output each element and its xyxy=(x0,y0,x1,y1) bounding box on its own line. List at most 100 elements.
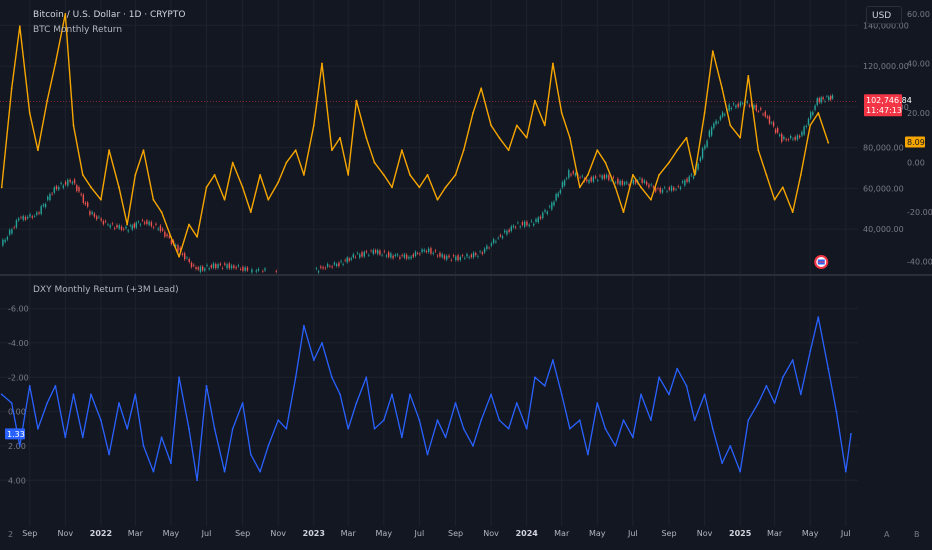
candle-body xyxy=(414,251,417,257)
btc-return-point xyxy=(152,198,155,201)
btc-price-candle xyxy=(537,215,539,224)
candle-body xyxy=(721,112,724,117)
btc-price-candle xyxy=(326,262,329,269)
dxy-current-value: 1.33 xyxy=(7,430,25,439)
btc-price-candle xyxy=(787,137,790,142)
time-axis-label: Jul xyxy=(414,529,425,538)
chart-canvas[interactable]: 140,000.00120,000.00100,000.0080,000.006… xyxy=(0,0,932,550)
btc-price-candle xyxy=(801,130,803,138)
candle-body xyxy=(58,187,60,190)
btc-price-candle xyxy=(721,110,724,119)
btc-price-candle xyxy=(457,253,459,262)
btc-price-candle xyxy=(533,222,535,227)
btc-price-candle xyxy=(139,222,142,227)
candle-body xyxy=(76,185,78,191)
candle-body xyxy=(706,140,708,147)
candle-body xyxy=(64,181,67,185)
btc-price-candle xyxy=(666,189,668,194)
btc-price-candle xyxy=(58,185,60,192)
btc-price-candle xyxy=(215,262,217,270)
candle-body xyxy=(51,193,53,195)
btc-price-candle xyxy=(504,228,506,234)
btc-price-candle xyxy=(374,248,377,255)
btc-price-candle xyxy=(448,253,450,259)
candle-body xyxy=(127,230,129,232)
candle-body xyxy=(785,139,787,141)
btc-return-point xyxy=(0,186,3,189)
dxy-return-point xyxy=(533,376,536,379)
candle-body xyxy=(820,97,822,103)
price-axis-tick-label: 40,000.00 xyxy=(863,225,904,234)
btc-price-candle xyxy=(69,178,71,184)
candle-body xyxy=(177,245,179,252)
btc-price-candle xyxy=(661,188,664,195)
candle-body xyxy=(168,236,170,238)
candle-body xyxy=(539,216,542,219)
candle-body xyxy=(688,176,690,182)
dxy-return-point xyxy=(668,393,670,396)
btc-price-candle xyxy=(762,112,764,117)
btc-price-candle xyxy=(737,102,739,109)
btc-price-candle xyxy=(439,251,441,259)
btc-return-point xyxy=(773,198,776,201)
log-scale-button[interactable]: B xyxy=(914,530,920,539)
candle-body xyxy=(412,254,415,257)
candle-body xyxy=(8,229,11,235)
btc-price-candle xyxy=(565,176,568,181)
candle-body xyxy=(594,176,597,178)
btc-price-candle xyxy=(639,176,641,181)
btc-price-candle xyxy=(608,173,610,182)
candle-body xyxy=(427,248,430,252)
symbol-title[interactable]: Bitcoin / U.S. Dollar · 1D · CRYPTO xyxy=(33,10,185,20)
candle-body xyxy=(677,186,679,187)
dxy-return-point xyxy=(400,436,403,439)
candle-body xyxy=(760,108,762,110)
dxy-monthly-return-legend[interactable]: DXY Monthly Return (+3M Lead) xyxy=(33,285,179,295)
candle-body xyxy=(80,194,82,195)
candle-body xyxy=(320,266,322,268)
btc-monthly-return-legend[interactable]: BTC Monthly Return xyxy=(33,25,122,35)
dxy-return-point xyxy=(809,350,812,353)
candle-body xyxy=(814,105,816,110)
btc-price-candle xyxy=(33,214,36,218)
btc-price-candle xyxy=(510,224,513,233)
candle-body xyxy=(608,175,610,180)
btc-return-point xyxy=(330,149,333,152)
candle-body xyxy=(78,187,80,192)
dxy-return-point xyxy=(18,445,21,447)
btc-price-candle xyxy=(452,253,455,258)
candle-body xyxy=(732,103,735,105)
btc-price-candle xyxy=(461,253,464,258)
btc-return-point xyxy=(302,174,305,176)
btc-price-candle xyxy=(792,137,794,142)
btc-return-point xyxy=(809,124,812,127)
price-axis-tick-label: 60,000.00 xyxy=(863,184,904,193)
candle-body xyxy=(217,264,219,268)
dxy-return-point xyxy=(0,393,3,396)
btc-price-candle xyxy=(251,267,253,274)
dxy-return-point xyxy=(703,393,706,396)
dxy-return-point xyxy=(426,453,429,456)
candle-body xyxy=(410,256,412,259)
candle-body xyxy=(477,256,479,257)
time-axis-label: May xyxy=(163,529,180,538)
btc-price-candle xyxy=(829,94,832,102)
btc-price-candle xyxy=(370,249,372,253)
candle-body xyxy=(164,231,166,237)
candle-body xyxy=(62,185,65,188)
auto-scale-button[interactable]: A xyxy=(884,530,889,539)
candle-body xyxy=(370,250,372,252)
btc-price-candle xyxy=(574,171,577,178)
btc-price-candle xyxy=(686,177,688,184)
currency-selector-button[interactable]: USD xyxy=(866,6,902,24)
btc-price-candle xyxy=(746,99,748,105)
time-axis-label: Sep xyxy=(661,529,676,538)
candle-body xyxy=(464,258,466,259)
candle-body xyxy=(728,104,730,111)
btc-return-point xyxy=(490,124,493,127)
btc-price-candle xyxy=(748,103,751,109)
dxy-return-point xyxy=(37,427,39,430)
candle-body xyxy=(390,253,392,258)
candle-body xyxy=(735,105,737,108)
btc-price-candle xyxy=(690,172,693,177)
